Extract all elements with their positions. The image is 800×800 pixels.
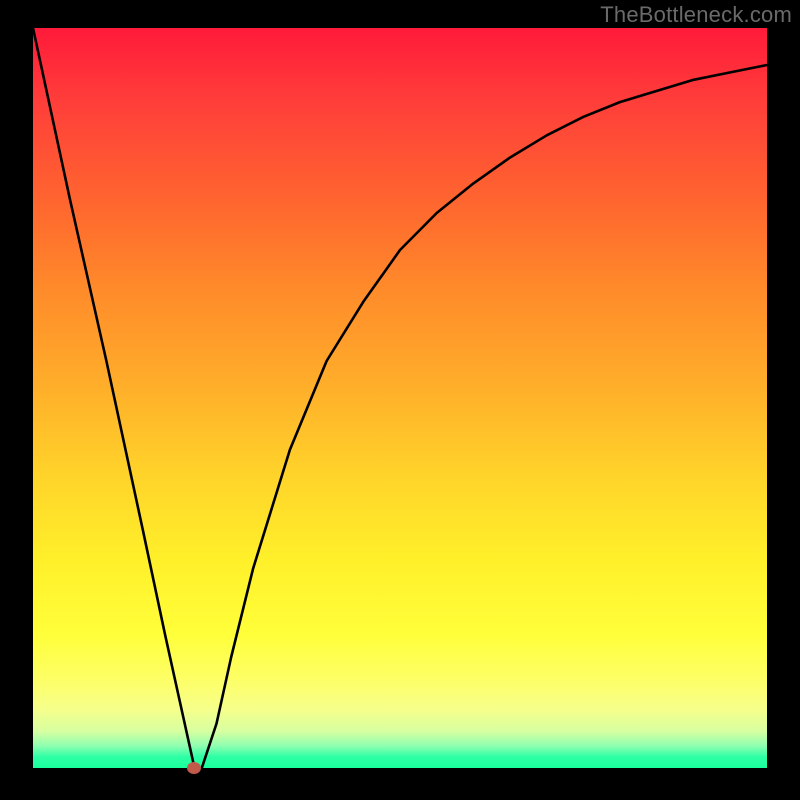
bottleneck-curve (33, 28, 767, 768)
curve-layer (33, 28, 767, 768)
watermark-text: TheBottleneck.com (600, 2, 792, 28)
bottleneck-marker (187, 762, 201, 774)
plot-area (33, 28, 767, 768)
chart-container: TheBottleneck.com (0, 0, 800, 800)
